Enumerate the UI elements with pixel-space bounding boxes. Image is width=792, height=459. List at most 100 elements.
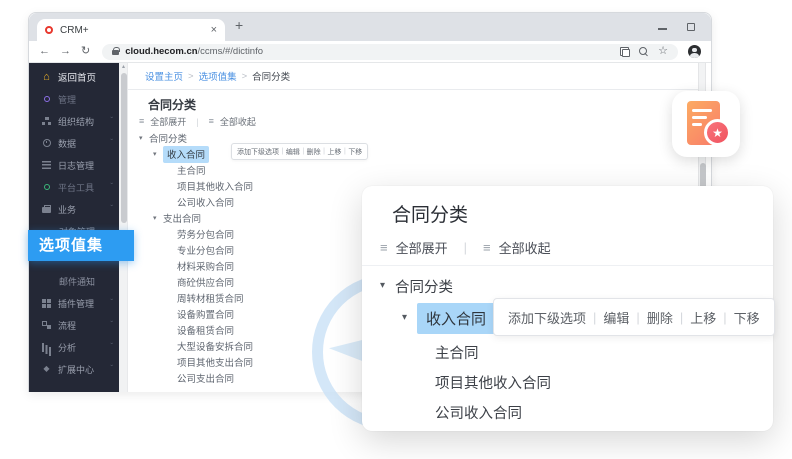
tree-node[interactable]: 主合同 — [128, 162, 698, 178]
crm-favicon-icon — [45, 26, 53, 34]
action-edit[interactable]: 编辑 — [286, 147, 300, 157]
tree-node[interactable]: 公司收入合同 — [435, 400, 522, 424]
log-list-icon — [42, 161, 51, 169]
action-add-child[interactable]: 添加下级选项 — [508, 308, 586, 327]
sidebar-item-data[interactable]: 数据 ˇ — [29, 132, 119, 154]
tree-node-selected[interactable]: ▾ 收入合同 添加下级选项 | 编辑 | 删除 | 上移 | 下移 — [128, 146, 698, 162]
chevron-down-icon: ˇ — [110, 321, 113, 329]
breadcrumb-separator: > — [188, 71, 194, 82]
sidebar-item-analysis[interactable]: 分析 ˇ — [29, 336, 119, 358]
sidebar-item-mail-notice[interactable]: 邮件通知 — [29, 270, 119, 292]
toolbar-separator: | — [196, 117, 198, 127]
expand-all-button[interactable]: 全部展开 — [396, 238, 448, 257]
node-action-bar: 添加下级选项 | 编辑 | 删除 | 上移 | 下移 — [493, 298, 775, 336]
tree-node[interactable]: ▾ 合同分类 — [380, 274, 453, 298]
collapse-all-button[interactable]: 全部收起 — [499, 238, 551, 257]
expand-all-icon: ≡ — [380, 241, 388, 254]
restore-window-icon[interactable] — [687, 23, 695, 31]
chevron-down-icon: ˇ — [110, 299, 113, 307]
zoom-page-icon[interactable] — [639, 47, 649, 57]
reload-icon[interactable]: ↻ — [81, 46, 90, 57]
platform-ring-icon — [44, 184, 50, 190]
sidebar-item-home[interactable]: ⌂ 返回首页 — [29, 66, 119, 88]
chevron-down-icon: ˇ — [110, 205, 113, 213]
close-tab-icon[interactable]: × — [211, 25, 217, 36]
caret-down-icon[interactable]: ▾ — [153, 215, 163, 222]
chevron-down-icon: ˇ — [110, 343, 113, 351]
caret-down-icon[interactable]: ▾ — [139, 135, 149, 142]
breadcrumb-separator: > — [242, 71, 248, 82]
sidebar-item-business[interactable]: 业务 ˇ — [29, 198, 119, 220]
divider — [128, 89, 698, 90]
collapse-all-icon: ≡ — [209, 117, 214, 126]
tab-strip: CRM+ × + — [29, 13, 711, 41]
action-delete[interactable]: 删除 — [307, 147, 321, 157]
caret-down-icon[interactable]: ▾ — [153, 151, 163, 158]
action-move-down[interactable]: 下移 — [734, 308, 760, 327]
tree-node[interactable]: 主合同 — [435, 340, 479, 364]
tree-node[interactable]: ▾ 合同分类 — [128, 130, 698, 146]
forward-icon[interactable]: → — [60, 46, 71, 57]
action-delete[interactable]: 删除 — [647, 308, 673, 327]
panel-tree-toolbar: ≡ 全部展开 | ≡ 全部收起 — [380, 238, 551, 257]
action-move-down[interactable]: 下移 — [348, 147, 362, 157]
breadcrumb-link-option-value-set[interactable]: 选项值集 — [199, 69, 237, 83]
org-structure-icon — [42, 117, 51, 125]
action-move-up[interactable]: 上移 — [690, 308, 716, 327]
site-security-lock-icon[interactable] — [112, 50, 119, 55]
document-star-badge: ★ — [672, 91, 740, 157]
sidebar-item-org-structure[interactable]: 组织结构 ˇ — [29, 110, 119, 132]
flow-icon — [42, 321, 51, 329]
bar-chart-icon — [42, 343, 51, 352]
sidebar-item-workflow[interactable]: 流程 ˇ — [29, 314, 119, 336]
collapse-all-icon: ≡ — [483, 241, 491, 254]
sidebar-item-admin[interactable]: 管理 — [29, 88, 119, 110]
sidebar-item-extension-center[interactable]: ◆ 扩展中心 ˇ — [29, 358, 119, 380]
minimize-window-icon[interactable] — [658, 28, 667, 30]
scroll-up-arrow-icon[interactable]: ▴ — [119, 64, 128, 70]
plugin-grid-icon — [42, 299, 51, 308]
back-icon[interactable]: ← — [39, 46, 50, 57]
expand-all-button[interactable]: 全部展开 — [150, 115, 186, 128]
inner-scrollbar[interactable]: ▴ — [119, 63, 128, 392]
profile-avatar[interactable] — [688, 45, 701, 58]
sidebar-item-log-management[interactable]: 日志管理 — [29, 154, 119, 176]
sidebar-item-platform-tools[interactable]: 平台工具 ˇ — [29, 176, 119, 198]
breadcrumb-current: 合同分类 — [252, 69, 290, 83]
star-icon: ★ — [712, 127, 723, 139]
address-bar[interactable]: cloud.hecom.cn /ccms/#/dictinfo ☆ — [102, 44, 678, 60]
scrollbar-thumb[interactable] — [121, 73, 127, 223]
home-icon: ⌂ — [41, 72, 52, 83]
action-move-up[interactable]: 上移 — [327, 147, 341, 157]
chevron-down-icon: ˇ — [110, 139, 113, 147]
sidebar-item-option-value-set[interactable]: 选项值集 — [28, 230, 134, 261]
bookmark-star-icon[interactable]: ☆ — [658, 46, 668, 57]
tree-node-selected[interactable]: ▾ 收入合同 — [402, 302, 495, 334]
browser-tab[interactable]: CRM+ × — [37, 19, 225, 41]
action-edit[interactable]: 编辑 — [603, 308, 629, 327]
divider — [362, 265, 773, 266]
star-circle-icon: ★ — [704, 119, 731, 146]
page-title: 合同分类 — [148, 96, 196, 113]
tree-node[interactable]: 项目其他收入合同 — [435, 370, 551, 394]
caret-down-icon[interactable]: ▾ — [402, 313, 407, 323]
app-sidebar: ⌂ 返回首页 管理 组织结构 ˇ 数据 ˇ 日志管理 — [29, 63, 119, 392]
action-add-child[interactable]: 添加下级选项 — [237, 147, 279, 157]
collapse-all-button[interactable]: 全部收起 — [220, 115, 256, 128]
briefcase-icon — [42, 207, 51, 213]
translate-icon[interactable] — [620, 47, 630, 57]
new-tab-button[interactable]: + — [235, 17, 243, 33]
node-action-bar: 添加下级选项 | 编辑 | 删除 | 上移 | 下移 — [231, 143, 368, 160]
panel-title: 合同分类 — [392, 200, 468, 227]
extension-icon: ◆ — [41, 364, 52, 375]
breadcrumb-link-settings-home[interactable]: 设置主页 — [145, 69, 183, 83]
clock-icon — [43, 139, 51, 147]
url-path: /ccms/#/dictinfo — [198, 46, 263, 57]
chevron-down-icon: ˇ — [110, 183, 113, 191]
tree-toolbar: ≡ 全部展开 | ≡ 全部收起 — [139, 115, 256, 128]
tab-title: CRM+ — [60, 25, 211, 36]
caret-down-icon[interactable]: ▾ — [380, 281, 385, 291]
url-domain: cloud.hecom.cn — [125, 46, 197, 57]
zoom-overlay-panel: 合同分类 ≡ 全部展开 | ≡ 全部收起 ▾ 合同分类 ▾ 收入合同 添加下级选… — [362, 186, 773, 431]
sidebar-item-plugin-management[interactable]: 插件管理 ˇ — [29, 292, 119, 314]
